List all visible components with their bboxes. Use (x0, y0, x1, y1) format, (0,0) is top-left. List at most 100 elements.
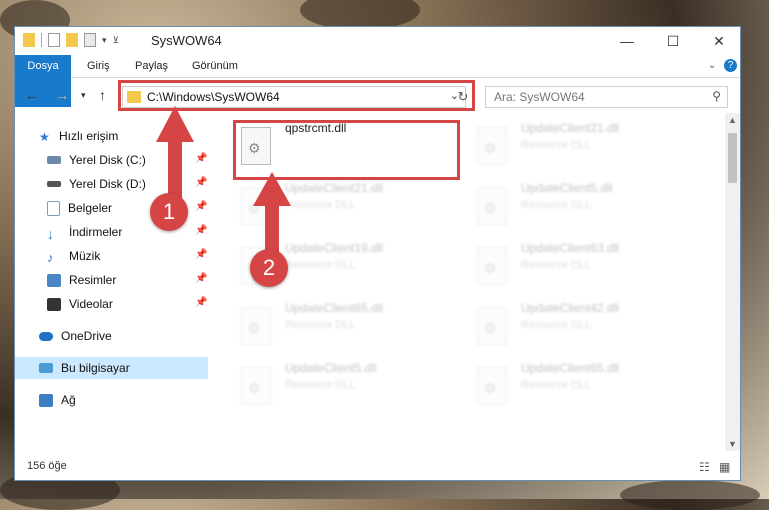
quick-access-toolbar: ▾ ⊻ (23, 33, 119, 47)
search-placeholder: Ara: SysWOW64 (494, 90, 585, 104)
sidebar-item-drive-c[interactable]: Yerel Disk (C:) (47, 149, 146, 171)
properties-icon[interactable] (48, 33, 60, 47)
recent-locations-icon[interactable]: ▾ (81, 90, 86, 101)
sidebar-item-pictures[interactable]: Resimler (47, 269, 116, 291)
sidebar-item-label: Belgeler (68, 201, 113, 215)
gear-icon: ⚙ (484, 320, 497, 336)
separator (41, 33, 42, 47)
pictures-icon (47, 273, 61, 287)
window-title: SysWOW64 (151, 33, 222, 48)
file-item[interactable]: ⚙ UpdateClient21.dll Resource DLL (473, 121, 703, 173)
file-name: UpdateClient63.dll (521, 241, 620, 255)
sidebar-item-label: İndirmeler (69, 225, 123, 239)
dll-file-icon: ⚙ (241, 307, 271, 345)
dll-file-icon: ⚙ (241, 367, 271, 405)
download-icon: ↓ (47, 225, 54, 242)
new-folder-icon[interactable] (66, 33, 78, 47)
file-type: Resource DLL (285, 259, 356, 271)
callout-badge-1: 1 (150, 193, 188, 231)
sidebar-item-quick-access[interactable]: ★ Hızlı erişim (39, 125, 118, 147)
file-item[interactable]: ⚙ UpdateClient42.dll Resource DLL (473, 301, 703, 353)
file-type: Resource DLL (521, 379, 592, 391)
cloud-icon (39, 331, 53, 341)
sidebar-item-music[interactable]: ♪ Müzik (47, 245, 100, 267)
scroll-up-icon[interactable]: ▲ (728, 115, 737, 125)
sidebar-item-label: Ağ (61, 393, 76, 407)
sidebar-item-videos[interactable]: Videolar (47, 293, 113, 315)
sidebar-item-documents[interactable]: Belgeler (47, 197, 112, 219)
customize-toolbar-icon[interactable]: ⊻ (113, 35, 120, 46)
sidebar-item-label: Yerel Disk (C:) (69, 153, 146, 167)
folder-icon[interactable] (23, 33, 35, 47)
help-icon[interactable]: ? (724, 59, 737, 72)
video-icon (47, 297, 61, 311)
sidebar-item-label: Yerel Disk (D:) (69, 177, 146, 191)
search-icon[interactable]: ⚲ (712, 89, 721, 103)
back-arrow-icon[interactable]: ← (25, 87, 39, 103)
file-item[interactable]: ⚙ UpdateClient65.dll Resource DLL (237, 301, 467, 353)
file-name: UpdateClient5.dll (285, 361, 377, 375)
file-name: UpdateClient19.dll (285, 241, 384, 255)
up-arrow-icon[interactable]: ↑ (99, 87, 106, 103)
music-icon: ♪ (47, 249, 54, 265)
file-type: Resource DLL (521, 199, 592, 211)
chevron-down-icon[interactable]: ▾ (102, 35, 107, 46)
expand-ribbon-icon[interactable]: ⌄ (708, 55, 716, 77)
sidebar-item-label: OneDrive (61, 329, 112, 343)
file-item[interactable]: ⚙ UpdateClient65.dll Resource DLL (473, 361, 703, 413)
dll-file-icon: ⚙ (477, 247, 507, 285)
pin-icon[interactable]: 📌 (195, 225, 207, 236)
sidebar-item-network[interactable]: Ağ (39, 389, 76, 411)
sidebar-item-onedrive[interactable]: OneDrive (39, 325, 112, 347)
dll-file-icon: ⚙ (477, 127, 507, 165)
dll-file-icon: ⚙ (477, 367, 507, 405)
file-type: Resource DLL (521, 139, 592, 151)
scrollbar-thumb[interactable] (728, 133, 737, 183)
file-item[interactable]: ⚙ UpdateClient63.dll Resource DLL (473, 241, 703, 293)
file-name: UpdateClient21.dll (521, 121, 620, 135)
search-input[interactable]: Ara: SysWOW64 ⚲ (485, 86, 728, 108)
sidebar-item-label: Videolar (69, 297, 113, 311)
document-icon (47, 200, 60, 216)
sidebar-item-this-pc[interactable]: Bu bilgisayar (15, 357, 208, 379)
gear-icon: ⚙ (248, 320, 261, 336)
view-options-icon[interactable] (84, 33, 96, 47)
forward-arrow-icon[interactable]: → (55, 87, 69, 103)
scroll-down-icon[interactable]: ▼ (728, 439, 737, 449)
file-type: Resource DLL (521, 319, 592, 331)
drive-icon (47, 156, 61, 164)
network-icon (39, 393, 53, 407)
gear-icon: ⚙ (484, 380, 497, 396)
gear-icon: ⚙ (484, 140, 497, 156)
pin-icon[interactable]: 📌 (195, 297, 207, 308)
tab-share[interactable]: Paylaş (135, 55, 168, 77)
file-item[interactable]: ⚙ UpdateClient5.dll Resource DLL (473, 181, 703, 233)
pin-icon[interactable]: 📌 (195, 273, 207, 284)
drive-icon (47, 181, 61, 187)
file-type: Resource DLL (521, 259, 592, 271)
callout-badge-2: 2 (250, 249, 288, 287)
gear-icon: ⚙ (484, 200, 497, 216)
sidebar-item-drive-d[interactable]: Yerel Disk (D:) (47, 173, 146, 195)
sidebar-item-downloads[interactable]: ↓ İndirmeler (47, 221, 122, 243)
sidebar-item-label: Resimler (69, 273, 117, 287)
tab-view[interactable]: Görünüm (192, 55, 238, 77)
pin-icon[interactable]: 📌 (195, 249, 207, 260)
details-view-icon[interactable]: ☷ (699, 460, 710, 474)
minimize-button[interactable]: — (604, 27, 650, 55)
close-button[interactable]: ✕ (696, 27, 742, 55)
large-icons-view-icon[interactable]: ▦ (719, 460, 730, 474)
maximize-button[interactable]: ☐ (650, 27, 696, 55)
gear-icon: ⚙ (484, 260, 497, 276)
tab-home[interactable]: Giriş (87, 55, 110, 77)
gear-icon: ⚙ (248, 380, 261, 396)
vertical-scrollbar[interactable]: ▲ ▼ (725, 113, 740, 451)
file-type: Resource DLL (285, 379, 356, 391)
file-name: UpdateClient65.dll (285, 301, 384, 315)
sidebar-item-label: Bu bilgisayar (61, 361, 130, 375)
file-item[interactable]: ⚙ UpdateClient5.dll Resource DLL (237, 361, 467, 413)
arrow-icon (253, 172, 291, 258)
file-name: UpdateClient42.dll (521, 301, 620, 315)
background-spot (620, 480, 760, 510)
title-bar: ▾ ⊻ SysWOW64 — ☐ ✕ (15, 27, 740, 55)
